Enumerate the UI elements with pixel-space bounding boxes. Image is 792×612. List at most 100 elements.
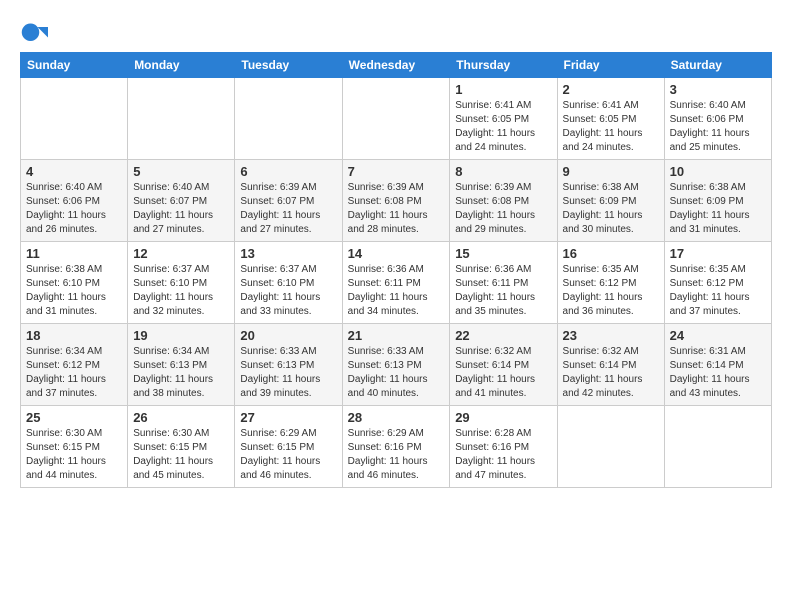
day-number: 16 (563, 246, 659, 261)
day-info: Sunrise: 6:41 AM Sunset: 6:05 PM Dayligh… (563, 99, 659, 155)
day-info: Sunrise: 6:35 AM Sunset: 6:12 PM Dayligh… (563, 263, 659, 319)
day-number: 27 (240, 410, 336, 425)
calendar-cell: 2 Sunrise: 6:41 AM Sunset: 6:05 PM Daylig… (557, 78, 664, 160)
calendar-week-4: 18 Sunrise: 6:34 AM Sunset: 6:12 PM Dayli… (21, 324, 772, 406)
day-number: 14 (348, 246, 445, 261)
weekday-header-saturday: Saturday (664, 53, 771, 78)
day-number: 3 (670, 82, 766, 97)
calendar-cell (128, 78, 235, 160)
day-info: Sunrise: 6:41 AM Sunset: 6:05 PM Dayligh… (455, 99, 551, 155)
calendar-cell: 26 Sunrise: 6:30 AM Sunset: 6:15 PM Dayli… (128, 406, 235, 488)
calendar-week-2: 4 Sunrise: 6:40 AM Sunset: 6:06 PM Daylig… (21, 160, 772, 242)
day-number: 26 (133, 410, 229, 425)
day-number: 29 (455, 410, 551, 425)
calendar-cell (664, 406, 771, 488)
day-info: Sunrise: 6:30 AM Sunset: 6:15 PM Dayligh… (133, 427, 229, 483)
weekday-header-friday: Friday (557, 53, 664, 78)
day-info: Sunrise: 6:30 AM Sunset: 6:15 PM Dayligh… (26, 427, 122, 483)
day-number: 22 (455, 328, 551, 343)
logo (20, 20, 52, 48)
calendar-cell: 29 Sunrise: 6:28 AM Sunset: 6:16 PM Dayli… (450, 406, 557, 488)
calendar-cell: 21 Sunrise: 6:33 AM Sunset: 6:13 PM Dayli… (342, 324, 450, 406)
calendar-cell: 11 Sunrise: 6:38 AM Sunset: 6:10 PM Dayli… (21, 242, 128, 324)
day-info: Sunrise: 6:40 AM Sunset: 6:06 PM Dayligh… (26, 181, 122, 237)
day-info: Sunrise: 6:40 AM Sunset: 6:07 PM Dayligh… (133, 181, 229, 237)
day-number: 6 (240, 164, 336, 179)
day-info: Sunrise: 6:37 AM Sunset: 6:10 PM Dayligh… (133, 263, 229, 319)
weekday-header-sunday: Sunday (21, 53, 128, 78)
calendar-cell: 19Sunrise: 6:34 AM Sunset: 6:13 PM Dayli… (128, 324, 235, 406)
day-number: 24 (670, 328, 766, 343)
calendar-cell (21, 78, 128, 160)
calendar-cell: 25 Sunrise: 6:30 AM Sunset: 6:15 PM Dayli… (21, 406, 128, 488)
day-number: 28 (348, 410, 445, 425)
day-info: Sunrise: 6:33 AM Sunset: 6:13 PM Dayligh… (348, 345, 445, 401)
calendar-week-1: 1 Sunrise: 6:41 AM Sunset: 6:05 PM Daylig… (21, 78, 772, 160)
calendar-cell: 23 Sunrise: 6:32 AM Sunset: 6:14 PM Dayli… (557, 324, 664, 406)
day-number: 8 (455, 164, 551, 179)
calendar-cell: 24 Sunrise: 6:31 AM Sunset: 6:14 PM Dayli… (664, 324, 771, 406)
day-info: Sunrise: 6:32 AM Sunset: 6:14 PM Dayligh… (455, 345, 551, 401)
calendar-cell: 12 Sunrise: 6:37 AM Sunset: 6:10 PM Dayli… (128, 242, 235, 324)
day-number: 20 (240, 328, 336, 343)
day-number: 25 (26, 410, 122, 425)
day-info: Sunrise: 6:29 AM Sunset: 6:15 PM Dayligh… (240, 427, 336, 483)
calendar-cell: 9 Sunrise: 6:38 AM Sunset: 6:09 PM Daylig… (557, 160, 664, 242)
day-number: 12 (133, 246, 229, 261)
weekday-header-wednesday: Wednesday (342, 53, 450, 78)
calendar-week-3: 11 Sunrise: 6:38 AM Sunset: 6:10 PM Dayli… (21, 242, 772, 324)
day-info: Sunrise: 6:36 AM Sunset: 6:11 PM Dayligh… (348, 263, 445, 319)
day-info: Sunrise: 6:34 AM Sunset: 6:12 PM Dayligh… (26, 345, 122, 401)
logo-icon (20, 20, 48, 48)
day-number: 9 (563, 164, 659, 179)
calendar-week-5: 25 Sunrise: 6:30 AM Sunset: 6:15 PM Dayli… (21, 406, 772, 488)
calendar-table: SundayMondayTuesdayWednesdayThursdayFrid… (20, 52, 772, 488)
day-number: 15 (455, 246, 551, 261)
day-number: 19 (133, 328, 229, 343)
calendar-cell: 28Sunrise: 6:29 AM Sunset: 6:16 PM Dayli… (342, 406, 450, 488)
day-number: 13 (240, 246, 336, 261)
day-number: 18 (26, 328, 122, 343)
day-info: Sunrise: 6:35 AM Sunset: 6:12 PM Dayligh… (670, 263, 766, 319)
calendar-cell: 17Sunrise: 6:35 AM Sunset: 6:12 PM Dayli… (664, 242, 771, 324)
day-number: 21 (348, 328, 445, 343)
day-number: 5 (133, 164, 229, 179)
day-number: 10 (670, 164, 766, 179)
day-info: Sunrise: 6:40 AM Sunset: 6:06 PM Dayligh… (670, 99, 766, 155)
calendar-cell (235, 78, 342, 160)
calendar-cell: 4 Sunrise: 6:40 AM Sunset: 6:06 PM Daylig… (21, 160, 128, 242)
day-number: 1 (455, 82, 551, 97)
calendar-cell: 8Sunrise: 6:39 AM Sunset: 6:08 PM Daylig… (450, 160, 557, 242)
calendar-cell: 16 Sunrise: 6:35 AM Sunset: 6:12 PM Dayli… (557, 242, 664, 324)
day-info: Sunrise: 6:38 AM Sunset: 6:09 PM Dayligh… (563, 181, 659, 237)
calendar-cell: 3 Sunrise: 6:40 AM Sunset: 6:06 PM Daylig… (664, 78, 771, 160)
calendar-cell: 15 Sunrise: 6:36 AM Sunset: 6:11 PM Dayli… (450, 242, 557, 324)
day-number: 2 (563, 82, 659, 97)
day-info: Sunrise: 6:32 AM Sunset: 6:14 PM Dayligh… (563, 345, 659, 401)
day-info: Sunrise: 6:38 AM Sunset: 6:10 PM Dayligh… (26, 263, 122, 319)
day-info: Sunrise: 6:39 AM Sunset: 6:07 PM Dayligh… (240, 181, 336, 237)
day-number: 23 (563, 328, 659, 343)
calendar-cell: 27 Sunrise: 6:29 AM Sunset: 6:15 PM Dayli… (235, 406, 342, 488)
calendar-cell: 14 Sunrise: 6:36 AM Sunset: 6:11 PM Dayli… (342, 242, 450, 324)
day-number: 4 (26, 164, 122, 179)
calendar-cell: 5 Sunrise: 6:40 AM Sunset: 6:07 PM Daylig… (128, 160, 235, 242)
calendar-cell: 7Sunrise: 6:39 AM Sunset: 6:08 PM Daylig… (342, 160, 450, 242)
calendar-cell (557, 406, 664, 488)
calendar-cell (342, 78, 450, 160)
calendar-header-row: SundayMondayTuesdayWednesdayThursdayFrid… (21, 53, 772, 78)
day-number: 11 (26, 246, 122, 261)
day-info: Sunrise: 6:28 AM Sunset: 6:16 PM Dayligh… (455, 427, 551, 483)
calendar-body: 1 Sunrise: 6:41 AM Sunset: 6:05 PM Daylig… (21, 78, 772, 488)
calendar-cell: 1 Sunrise: 6:41 AM Sunset: 6:05 PM Daylig… (450, 78, 557, 160)
day-info: Sunrise: 6:31 AM Sunset: 6:14 PM Dayligh… (670, 345, 766, 401)
day-number: 7 (348, 164, 445, 179)
calendar-cell: 13Sunrise: 6:37 AM Sunset: 6:10 PM Dayli… (235, 242, 342, 324)
calendar-cell: 6 Sunrise: 6:39 AM Sunset: 6:07 PM Daylig… (235, 160, 342, 242)
day-info: Sunrise: 6:36 AM Sunset: 6:11 PM Dayligh… (455, 263, 551, 319)
weekday-header-tuesday: Tuesday (235, 53, 342, 78)
calendar-cell: 10Sunrise: 6:38 AM Sunset: 6:09 PM Dayli… (664, 160, 771, 242)
page-header (20, 20, 772, 48)
day-info: Sunrise: 6:33 AM Sunset: 6:13 PM Dayligh… (240, 345, 336, 401)
calendar-cell: 20 Sunrise: 6:33 AM Sunset: 6:13 PM Dayli… (235, 324, 342, 406)
